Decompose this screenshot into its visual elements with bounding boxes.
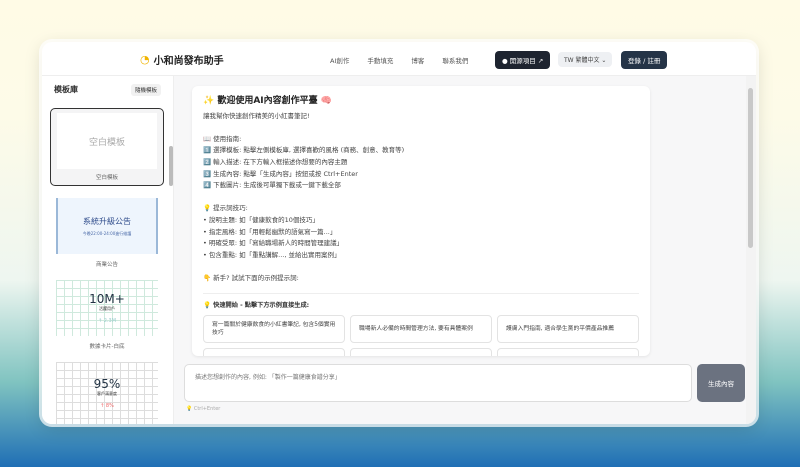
github-button[interactable]: ● 開源項目 ↗ (495, 51, 551, 69)
sidebar-scrollbar[interactable] (169, 146, 173, 186)
template-card-satisfaction[interactable]: 95% 客戶滿意度 ↑ 8% (50, 358, 164, 424)
random-template-button[interactable]: 隨機模板 (131, 84, 162, 96)
template-preview-label: 活躍用戶 (99, 306, 115, 311)
nav: AI創作 手動填充 博客 聯系我們 (330, 55, 468, 65)
logo[interactable]: ◔ 小和尚發布助手 (140, 52, 224, 67)
nav-contact[interactable]: 聯系我們 (442, 55, 468, 65)
guide-step: 1️⃣ 選擇模板: 點擊左側模板庫, 選擇喜歡的風格 (商務、創意、教育等) (203, 146, 405, 155)
tip-item: • 說明主題: 如「健康飲食的10個技巧」 (203, 215, 319, 224)
guide-step: 2️⃣ 輸入描述: 在下方輸入框描述你想要的內容主題 (203, 157, 348, 166)
template-preview: 空白模板 (88, 137, 125, 148)
scrollbar-thumb[interactable] (748, 88, 753, 248)
logo-icon: ◔ (140, 53, 150, 66)
template-name: 數據卡片-白底 (89, 344, 125, 350)
template-name: 空白模板 (95, 175, 118, 181)
generate-button[interactable]: 生成內容 (697, 364, 745, 402)
template-preview-label: 客戶滿意度 (97, 391, 117, 396)
template-preview-sub: 今晚22:00-24:00進行維護 (82, 230, 132, 236)
tips-title: 💡 提示詞技巧: (203, 204, 248, 213)
quick-start: 💡 快速開始 - 點擊下方示例直接生成: 寫一篇關於健康飲食的小紅書筆記, 包含… (203, 292, 639, 356)
bulb-icon: 💡 (186, 406, 194, 412)
template-preview-big: 10M+ (89, 292, 125, 306)
example-prompt[interactable]: 護膚入門指南, 適合學生黨的平價產品推薦 (497, 315, 639, 344)
template-preview-title: 系統升級公告 (83, 216, 131, 226)
template-preview-delta: ↑ 8% (100, 403, 114, 409)
example-prompt[interactable] (350, 348, 492, 356)
template-card-announcement[interactable]: 系統升級公告今晚22:00-24:00進行維護 商業公告 (50, 194, 164, 272)
template-card-data[interactable]: 10M+ 活躍用戶 ↑ 2.3M 數據卡片-白底 (50, 276, 164, 354)
welcome-title: ✨ 歡迎使用AI內容創作平臺 🧠 (203, 96, 332, 106)
tip-item: • 明確受眾: 如「寫給職場新人的時間管理建議」 (203, 239, 344, 248)
app-title: 小和尚發布助手 (153, 56, 224, 67)
app-window: ◔ 小和尚發布助手 AI創作 手動填充 博客 聯系我們 ● 開源項目 ↗ TW 繁… (42, 42, 756, 424)
example-prompt[interactable]: 職場新人必備的時間管理方法, 要有具體案例 (350, 315, 492, 344)
template-preview-big: 95% (93, 377, 121, 391)
quick-start-title: 快速開始 - 點擊下方示例直接生成: (213, 301, 310, 309)
bulb-icon: 💡 (203, 300, 214, 309)
guide-title: 📖 使用指南: (203, 134, 242, 143)
template-card-blank[interactable]: 空白模板 空白模板 (50, 108, 164, 186)
login-button[interactable]: 登錄 / 註冊 (621, 51, 668, 69)
template-preview-delta: ↑ 2.3M (97, 318, 117, 324)
tip-item: • 包含重點: 如「重點講解..., 並給出實用案例」 (203, 250, 341, 259)
header: ◔ 小和尚發布助手 AI創作 手動填充 博客 聯系我們 ● 開源項目 ↗ TW 繁… (42, 42, 756, 76)
example-prompt[interactable] (497, 348, 639, 356)
github-icon: ● (502, 57, 510, 65)
example-prompt[interactable]: 寫一篇關於健康飲食的小紅書筆記, 包含5個實用技巧 (203, 315, 345, 344)
language-select[interactable]: TW 繁體中文 ⌄ (558, 52, 613, 67)
chat-area: ✨ 歡迎使用AI內容創作平臺 🧠 讓我幫你快速創作精美的小紅書筆記! 📖 使用指… (174, 76, 756, 424)
shortcut-text: Ctrl+Enter (193, 406, 221, 412)
page-scrollbar[interactable] (746, 76, 756, 424)
nav-ai[interactable]: AI創作 (330, 55, 349, 65)
welcome-subtitle: 讓我幫你快速創作精美的小紅書筆記! (203, 111, 310, 120)
template-name: 商業公告 (95, 262, 118, 268)
tip-item: • 指定風格: 如「用輕鬆幽默的語氣寫一篇...」 (203, 227, 337, 236)
nav-blog[interactable]: 博客 (411, 55, 424, 65)
github-label: 開源項目 ↗ (509, 57, 544, 65)
example-prompt[interactable] (203, 348, 345, 356)
template-sidebar: 模板庫 隨機模板 空白模板 空白模板 系統升級公告今晚22:00-24:00進行… (42, 76, 174, 424)
nav-manual[interactable]: 手動填充 (367, 55, 393, 65)
guide-step: 4️⃣ 下載圖片: 生成後可單獨下載或一鍵下載全部 (203, 181, 341, 190)
welcome-message: ✨ 歡迎使用AI內容創作平臺 🧠 讓我幫你快速創作精美的小紅書筆記! 📖 使用指… (192, 86, 650, 356)
guide-step: 3️⃣ 生成內容: 點擊「生成內容」按鈕或按 Ctrl+Enter (203, 169, 358, 178)
prompt-input[interactable]: 描述您想創作的內容, 例如: 「製作一篇健康食譜分享」 (184, 364, 692, 402)
shortcut-hint: 💡 Ctrl+Enter (186, 406, 220, 412)
sidebar-title: 模板庫 (54, 85, 78, 94)
newbie-hint: 👇 新手? 試試下面的示例提示詞: (203, 273, 299, 282)
